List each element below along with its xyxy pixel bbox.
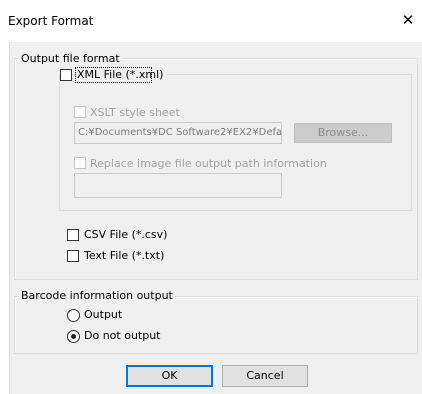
- do-not-output-radio[interactable]: [67, 330, 80, 343]
- output-format-label: Output file format: [19, 52, 122, 65]
- xml-focus-rect: [75, 67, 152, 83]
- ok-button[interactable]: OK: [126, 365, 213, 387]
- cancel-button[interactable]: Cancel: [222, 365, 308, 387]
- radio-selected-dot: [71, 334, 76, 339]
- output-radio-label[interactable]: Output: [84, 308, 122, 321]
- do-not-output-radio-label[interactable]: Do not output: [84, 329, 161, 342]
- text-label[interactable]: Text File (*.txt): [84, 249, 164, 262]
- output-radio[interactable]: [67, 309, 80, 322]
- xslt-checkbox[interactable]: [74, 106, 86, 118]
- csv-label[interactable]: CSV File (*.csv): [84, 228, 167, 241]
- xml-checkbox[interactable]: [60, 69, 72, 81]
- title-bar: Export Format ✕: [0, 0, 422, 40]
- xslt-path-field[interactable]: C:¥Documents¥DC Software2¥EX2¥Defau: [74, 122, 282, 144]
- barcode-output-group: [14, 296, 418, 354]
- close-icon[interactable]: ✕: [398, 10, 418, 30]
- window-title: Export Format: [8, 14, 94, 28]
- text-checkbox[interactable]: [67, 250, 79, 262]
- replace-path-field[interactable]: [74, 173, 282, 198]
- browse-button[interactable]: Browse...: [294, 123, 392, 143]
- csv-checkbox[interactable]: [67, 229, 79, 241]
- replace-label[interactable]: Replace image file output path informati…: [90, 157, 327, 170]
- replace-checkbox[interactable]: [74, 157, 86, 169]
- xslt-label[interactable]: XSLT style sheet: [90, 106, 180, 119]
- barcode-output-label: Barcode information output: [19, 289, 175, 302]
